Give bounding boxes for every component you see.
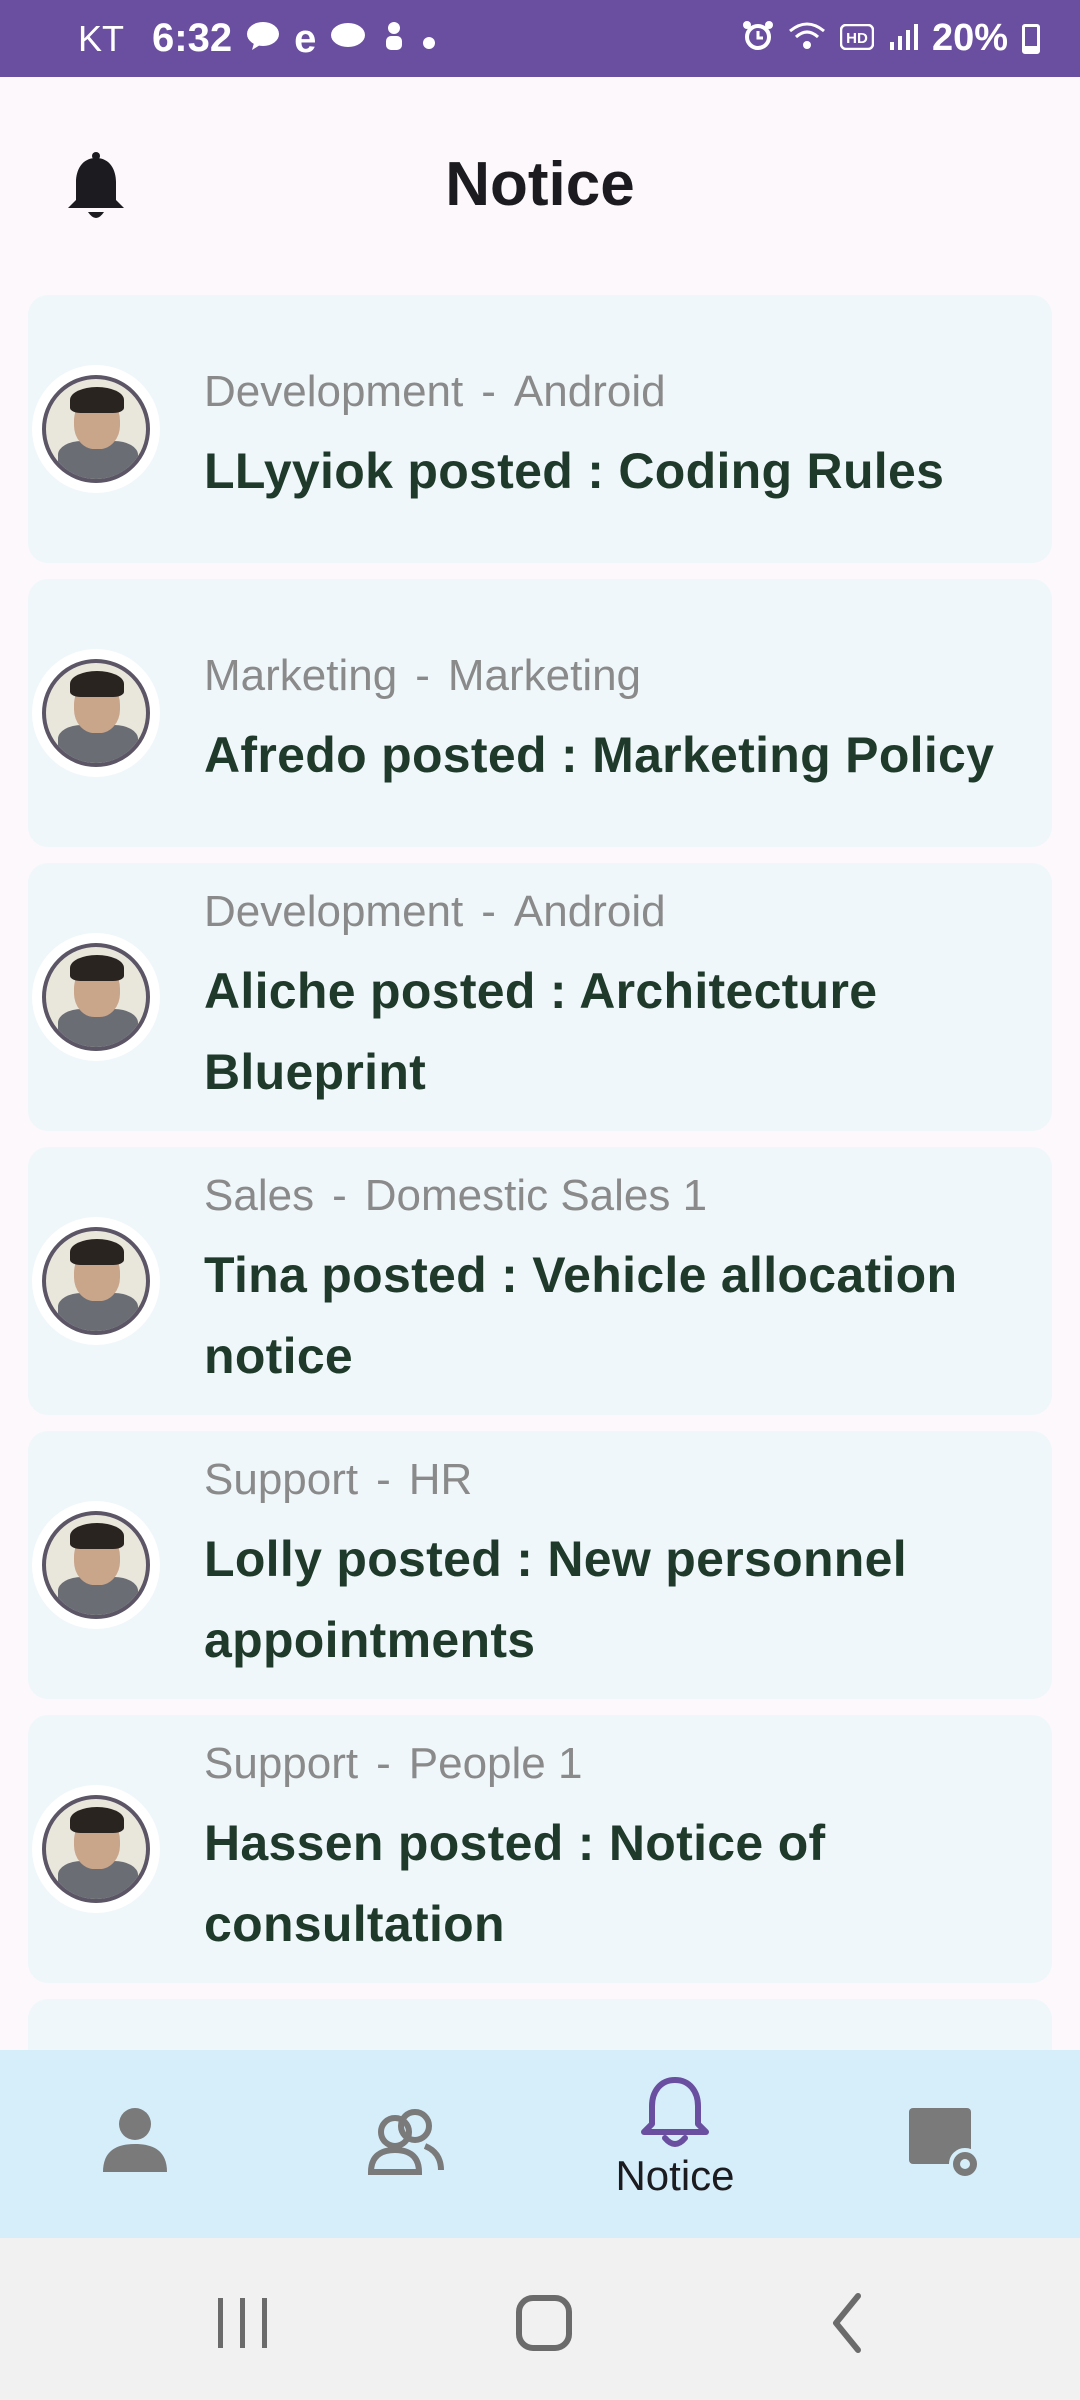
meta-separator: - (332, 1171, 347, 1220)
bell-outline-icon (641, 2077, 709, 2147)
system-navigation (0, 2238, 1080, 2400)
battery-icon (1022, 23, 1040, 54)
svg-text:HD: HD (846, 30, 868, 47)
home-icon (516, 2295, 572, 2351)
meta-separator: - (481, 367, 496, 416)
notice-title: Aliche posted : Architecture Blueprint (204, 963, 878, 1100)
notice-title: Tina posted : Vehicle allocation notice (204, 1247, 958, 1384)
meta-separator: - (376, 1739, 391, 1788)
nav-label-notice: Notice (615, 2152, 735, 2199)
notice-department: Support (204, 1455, 359, 1504)
avatar (32, 1501, 160, 1629)
avatar (32, 1217, 160, 1345)
notice-team: People 1 (408, 1739, 583, 1788)
back-button[interactable] (786, 2278, 906, 2358)
notice-meta: Development - Android (204, 367, 1012, 417)
notice-department: Sales (204, 1171, 315, 1220)
page-title: Notice (445, 150, 635, 219)
notice-card[interactable]: Development - Android LLyyiok posted : Cod… (28, 295, 1052, 563)
wifi-icon (788, 21, 826, 56)
notice-title: Lolly posted : New personnel appointment… (204, 1531, 907, 1668)
avatar (32, 933, 160, 1061)
bottom-navigation: Notice (0, 2050, 1080, 2238)
notice-meta: Support - People 1 (204, 1739, 1012, 1789)
nav-item-groups[interactable] (305, 2050, 505, 2238)
notice-team: HR (408, 1455, 473, 1504)
notice-meta: Support - HR (204, 1455, 1012, 1505)
avatar (32, 365, 160, 493)
clock: 6:32 (152, 16, 233, 60)
settings-board-icon (909, 2108, 981, 2180)
notice-team: Marketing (447, 651, 642, 700)
recent-apps-button[interactable] (182, 2278, 302, 2358)
alarm-icon (742, 20, 774, 57)
notice-team: Domestic Sales 1 (364, 1171, 708, 1220)
home-button[interactable] (484, 2278, 604, 2358)
notice-department: Development (204, 367, 464, 416)
notice-card[interactable]: Support - HR Lolly posted : New personnel … (28, 1431, 1052, 1699)
notice-card[interactable]: Marketing - Marketing Afredo posted : Mark… (28, 579, 1052, 847)
chat-icon (330, 21, 366, 56)
hd-icon: HD (839, 23, 875, 55)
notice-team: Android (513, 367, 666, 416)
notice-card[interactable]: Development - Android Aliche posted : Arch… (28, 863, 1052, 1131)
avatar (32, 649, 160, 777)
back-icon (833, 2293, 861, 2353)
status-right: HD 20% (742, 17, 1040, 60)
status-left: KT 6:32 e (78, 16, 742, 61)
nav-item-notice[interactable]: Notice (575, 2050, 775, 2238)
recents-icon (218, 2298, 267, 2348)
notice-meta: Sales - Domestic Sales 1 (204, 1171, 1012, 1221)
notice-team: Android (513, 887, 666, 936)
status-bar: KT 6:32 e HD 20% (0, 0, 1080, 77)
notice-department: Marketing (204, 651, 398, 700)
notice-title: Hassen posted : Notice of consultation (204, 1815, 826, 1952)
battery-percent: 20% (931, 17, 1008, 59)
person-icon (103, 2108, 167, 2172)
notice-department: Development (204, 887, 464, 936)
nav-item-settings[interactable] (845, 2050, 1045, 2238)
e-icon: e (294, 16, 317, 61)
notice-card[interactable]: Sales - Domestic Sales 1 Tina posted : Veh… (28, 1147, 1052, 1415)
notice-meta: Development - Android (204, 887, 1012, 937)
dot-icon (422, 23, 436, 55)
nav-item-profile[interactable] (35, 2050, 235, 2238)
meta-separator: - (376, 1455, 391, 1504)
notice-card[interactable]: Support - People 1 Hassen posted : Notice … (28, 1715, 1052, 1983)
talk-icon (246, 21, 280, 56)
game-icon (380, 20, 408, 57)
notice-department: Support (204, 1739, 359, 1788)
avatar (32, 1785, 160, 1913)
top-app-bar: Notice (0, 77, 1080, 292)
notice-title: Afredo posted : Marketing Policy (204, 727, 995, 783)
group-icon (367, 2109, 444, 2175)
carrier-label: KT (78, 17, 125, 59)
meta-separator: - (481, 887, 496, 936)
notice-title: LLyyiok posted : Coding Rules (204, 443, 945, 499)
notice-meta: Marketing - Marketing (204, 651, 1012, 701)
meta-separator: - (415, 651, 430, 700)
signal-icon (888, 22, 918, 55)
